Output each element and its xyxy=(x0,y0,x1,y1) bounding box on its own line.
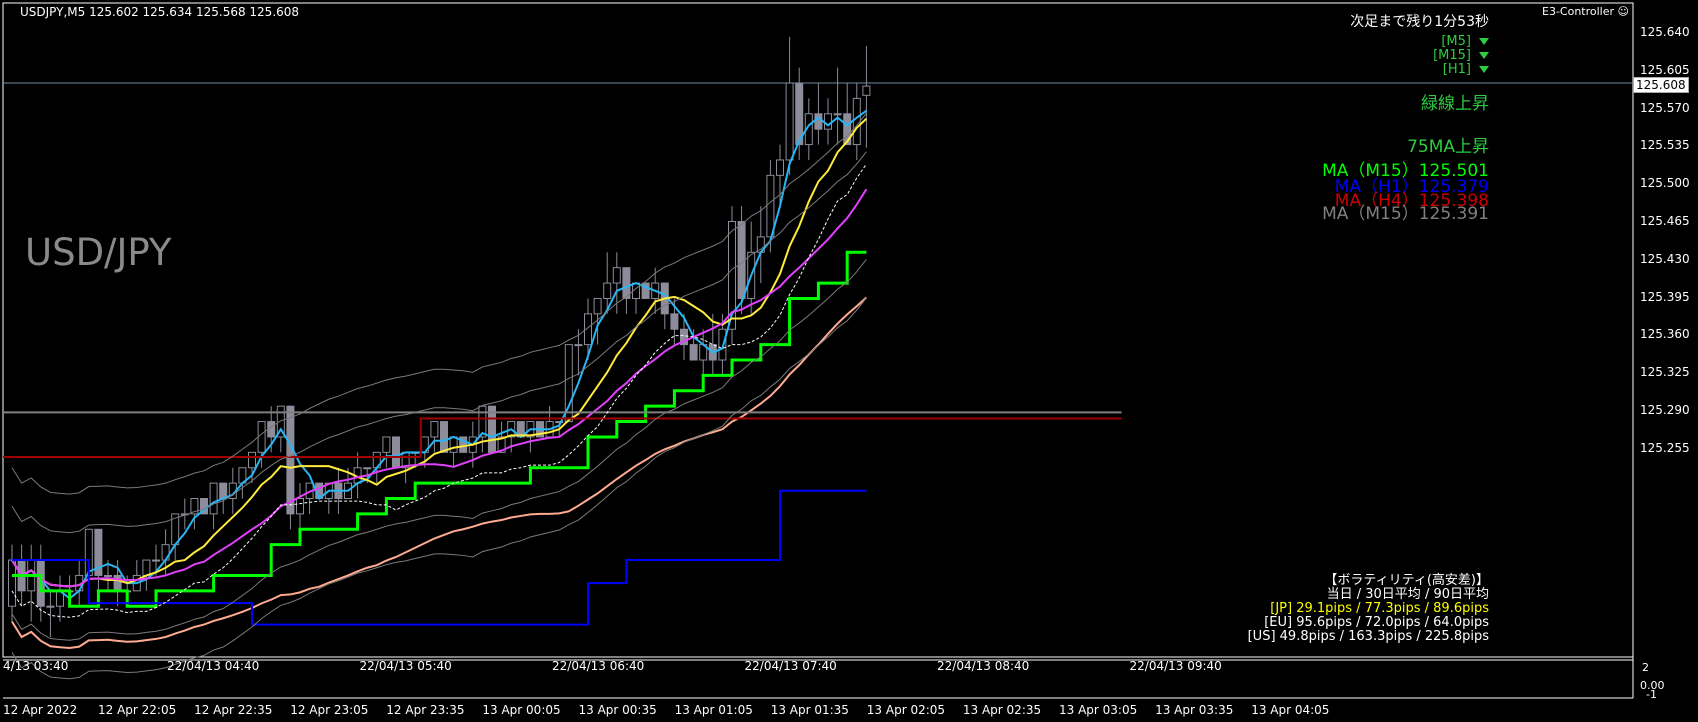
tf-h1: [H1] xyxy=(1443,63,1489,76)
candle-body xyxy=(286,405,295,515)
candle-body xyxy=(430,421,439,438)
upper-time-label: 22/04/13 06:40 xyxy=(552,659,645,673)
green-line-signal: 緑線上昇 xyxy=(1421,94,1489,114)
candle-body xyxy=(776,159,784,176)
lower-time-label: 13 Apr 00:35 xyxy=(578,703,657,717)
bollinger-upper xyxy=(11,151,867,534)
upper-time-label: 4/13 03:40 xyxy=(3,659,69,673)
lower-time-label: 12 Apr 22:35 xyxy=(194,703,273,717)
controller-name: E3-Controller xyxy=(1542,5,1615,18)
candle-body xyxy=(392,436,400,469)
lower-time-label: 13 Apr 04:05 xyxy=(1251,703,1330,717)
ma-m15-gray-readout: MA（M15）125.391 xyxy=(1322,204,1489,224)
bollinger-upper xyxy=(11,112,867,495)
lower-time-label: 13 Apr 03:35 xyxy=(1155,703,1234,717)
candle-body xyxy=(152,559,160,562)
candle-body xyxy=(248,451,256,469)
symbol-info: USDJPY,M5 125.602 125.634 125.568 125.60… xyxy=(20,5,300,19)
volatility-header: 当日 / 30日平均 / 90日平均 xyxy=(1326,587,1489,602)
candle-body xyxy=(862,85,871,96)
candle-body xyxy=(824,113,832,130)
volatility-jp: [JP] 29.1pips / 77.3pips / 89.6pips xyxy=(1270,601,1489,616)
price-axis-label: 125.500 xyxy=(1640,176,1690,191)
upper-time-label: 22/04/13 05:40 xyxy=(359,659,452,673)
price-axis-label: 125.360 xyxy=(1640,327,1690,342)
candle-body xyxy=(833,113,842,116)
candle-body xyxy=(8,559,16,607)
current-price-tag: 125.608 xyxy=(1633,77,1689,93)
candle-body xyxy=(363,467,372,470)
price-axis-label: 125.535 xyxy=(1640,138,1690,153)
candle-body xyxy=(382,436,391,453)
down-arrow-icon xyxy=(1479,38,1489,45)
price-axis-label: 125.325 xyxy=(1640,365,1690,380)
candle-body xyxy=(737,221,746,299)
lower-time-label: 12 Apr 23:35 xyxy=(386,703,465,717)
candle-body xyxy=(440,421,448,453)
lower-time-label: 13 Apr 01:05 xyxy=(674,703,753,717)
smiley-icon: ☺ xyxy=(1617,5,1629,18)
candle-body xyxy=(718,328,727,361)
tf-m5: [M5] xyxy=(1441,35,1489,48)
candle-body xyxy=(766,174,775,238)
price-axis-label: 125.290 xyxy=(1640,403,1690,417)
lower-time-label: 13 Apr 03:05 xyxy=(1059,703,1138,717)
upper-time-label: 22/04/13 04:40 xyxy=(167,659,260,673)
candle-body xyxy=(603,282,612,299)
candle-body xyxy=(785,82,794,161)
lower-time-label: 12 Apr 22:05 xyxy=(98,703,177,717)
price-axis-label: 125.605 xyxy=(1640,62,1690,77)
candle-body xyxy=(142,559,151,576)
price-axis-label: 125.395 xyxy=(1640,289,1690,304)
price-axis-label: 125.430 xyxy=(1640,251,1690,266)
candle-body xyxy=(113,574,122,592)
down-arrow-icon xyxy=(1479,52,1489,59)
candle-body xyxy=(612,267,621,284)
sub-axis-label: -1 xyxy=(1646,688,1657,701)
lower-time-label: 12 Apr 2022 xyxy=(3,703,78,717)
ma-yellow-line xyxy=(11,117,868,588)
bollinger-lower xyxy=(11,297,867,680)
ma75-signal: 75MA上昇 xyxy=(1407,137,1489,157)
candle-body xyxy=(574,344,583,347)
pair-title: USD/JPY xyxy=(25,231,172,274)
volatility-eu: [EU] 95.6pips / 72.0pips / 64.0pips xyxy=(1264,615,1489,630)
upper-time-label: 22/04/13 07:40 xyxy=(744,659,837,673)
candle-body xyxy=(622,267,631,299)
candle-body xyxy=(670,313,679,330)
candle-body xyxy=(814,113,823,130)
candle-body xyxy=(296,498,304,515)
volatility-title: 【ボラティリティ(高安差)】 xyxy=(1324,573,1489,588)
candle-body xyxy=(209,482,218,515)
blue-step-line xyxy=(12,489,867,626)
price-axis-label: 125.465 xyxy=(1640,214,1690,228)
bar-countdown: 次足まで残り1分53秒 xyxy=(1350,14,1489,30)
candle-body xyxy=(689,344,698,361)
candle-body xyxy=(46,605,55,608)
upper-time-label: 22/04/13 09:40 xyxy=(1129,659,1222,673)
lower-time-label: 13 Apr 01:35 xyxy=(770,703,849,717)
down-arrow-icon xyxy=(1479,66,1489,73)
volatility-us: [US] 49.8pips / 163.3pips / 225.8pips xyxy=(1247,629,1489,644)
candle-body xyxy=(219,482,228,500)
upper-time-label: 22/04/13 08:40 xyxy=(937,659,1030,673)
price-axis-label: 125.255 xyxy=(1640,440,1690,455)
sub-axis-label: 2 xyxy=(1642,661,1649,674)
red-step-line xyxy=(3,417,1122,458)
ma-salmon-line xyxy=(11,296,868,649)
price-axis-label: 125.640 xyxy=(1640,25,1690,39)
candle-body xyxy=(449,436,458,453)
tf-m15: [M15] xyxy=(1433,49,1489,62)
candle-body xyxy=(593,297,602,315)
candle-body xyxy=(104,574,112,577)
lower-time-label: 13 Apr 00:05 xyxy=(482,703,561,717)
lower-time-label: 13 Apr 02:05 xyxy=(866,703,946,717)
lower-time-label: 12 Apr 23:05 xyxy=(290,703,369,717)
candle-body xyxy=(257,421,266,453)
price-axis-label: 125.570 xyxy=(1640,100,1690,115)
controller-label[interactable]: E3-Controller ☺ xyxy=(1542,6,1629,17)
lower-time-label: 13 Apr 02:35 xyxy=(962,703,1042,717)
